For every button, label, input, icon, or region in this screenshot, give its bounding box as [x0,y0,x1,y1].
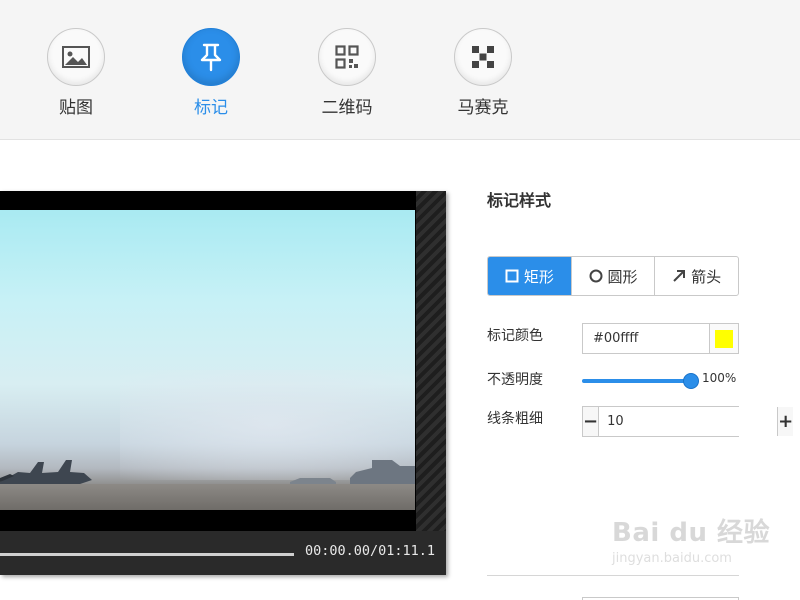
shape-rectangle-button[interactable]: 矩形 [488,257,571,295]
opacity-slider-thumb[interactable] [683,373,699,389]
tool-image-label: 贴图 [59,98,93,118]
mosaic-icon [472,46,494,68]
tool-image-circle [47,28,105,86]
shape-circle-button[interactable]: 圆形 [570,257,655,295]
video-time: 00:00.00/01:11.1 [305,543,436,559]
shape-circle-label: 圆形 [607,267,638,286]
shape-arrow-label: 箭头 [691,267,722,286]
line-width-input[interactable] [599,407,778,436]
color-label: 标记颜色 [487,328,543,344]
tool-mark[interactable]: 标记 [166,28,256,118]
color-swatch-button[interactable] [709,324,738,353]
watermark-main: Bai du 经验 [612,518,770,548]
tool-mosaic[interactable]: 马赛克 [438,28,528,118]
tool-mosaic-circle [454,28,512,86]
tool-image[interactable]: 贴图 [31,28,121,118]
square-icon [505,269,519,283]
airport-scene [0,460,415,490]
opacity-value: 100% [702,371,737,385]
color-swatch [715,329,733,348]
shape-rectangle-label: 矩形 [523,267,554,286]
baidu-watermark: Bai du 经验 jingyan.baidu.com [612,512,770,566]
opacity-slider-track[interactable] [582,379,692,383]
toolbar: 贴图 标记 二维码 马赛克 [0,0,800,140]
tool-qrcode-circle [318,28,376,86]
video-progress-bar[interactable] [0,553,294,556]
image-icon [62,46,90,68]
watermark-sub: jingyan.baidu.com [612,551,732,566]
tool-mark-circle [182,28,240,86]
color-field[interactable]: #00ffff [582,323,739,354]
panel-divider [487,575,739,576]
tool-mark-label: 标记 [194,98,228,118]
qrcode-icon [335,45,359,69]
video-controls: 00:00.00/01:11.1 [0,531,446,575]
pin-icon [200,43,222,72]
color-value[interactable]: #00ffff [583,331,709,346]
circle-icon [589,269,603,283]
shape-selector: 矩形 圆形 箭头 [487,256,739,296]
line-width-stepper: − + [582,406,794,437]
tool-qrcode-label: 二维码 [321,98,373,118]
decrement-button[interactable]: − [583,407,600,436]
line-width-label: 线条粗细 [487,411,543,427]
tool-mosaic-label: 马赛克 [457,98,509,118]
tool-qrcode[interactable]: 二维码 [302,28,392,118]
opacity-label: 不透明度 [487,372,543,388]
video-player[interactable]: 00:00.00/01:11.1 [0,191,446,575]
video-side-pattern [416,191,446,531]
shape-arrow-button[interactable]: 箭头 [654,257,738,295]
increment-button[interactable]: + [777,407,794,436]
video-runway [0,484,415,510]
video-frame[interactable] [0,210,415,510]
panel-title: 标记样式 [487,191,552,210]
arrow-icon [672,269,686,283]
